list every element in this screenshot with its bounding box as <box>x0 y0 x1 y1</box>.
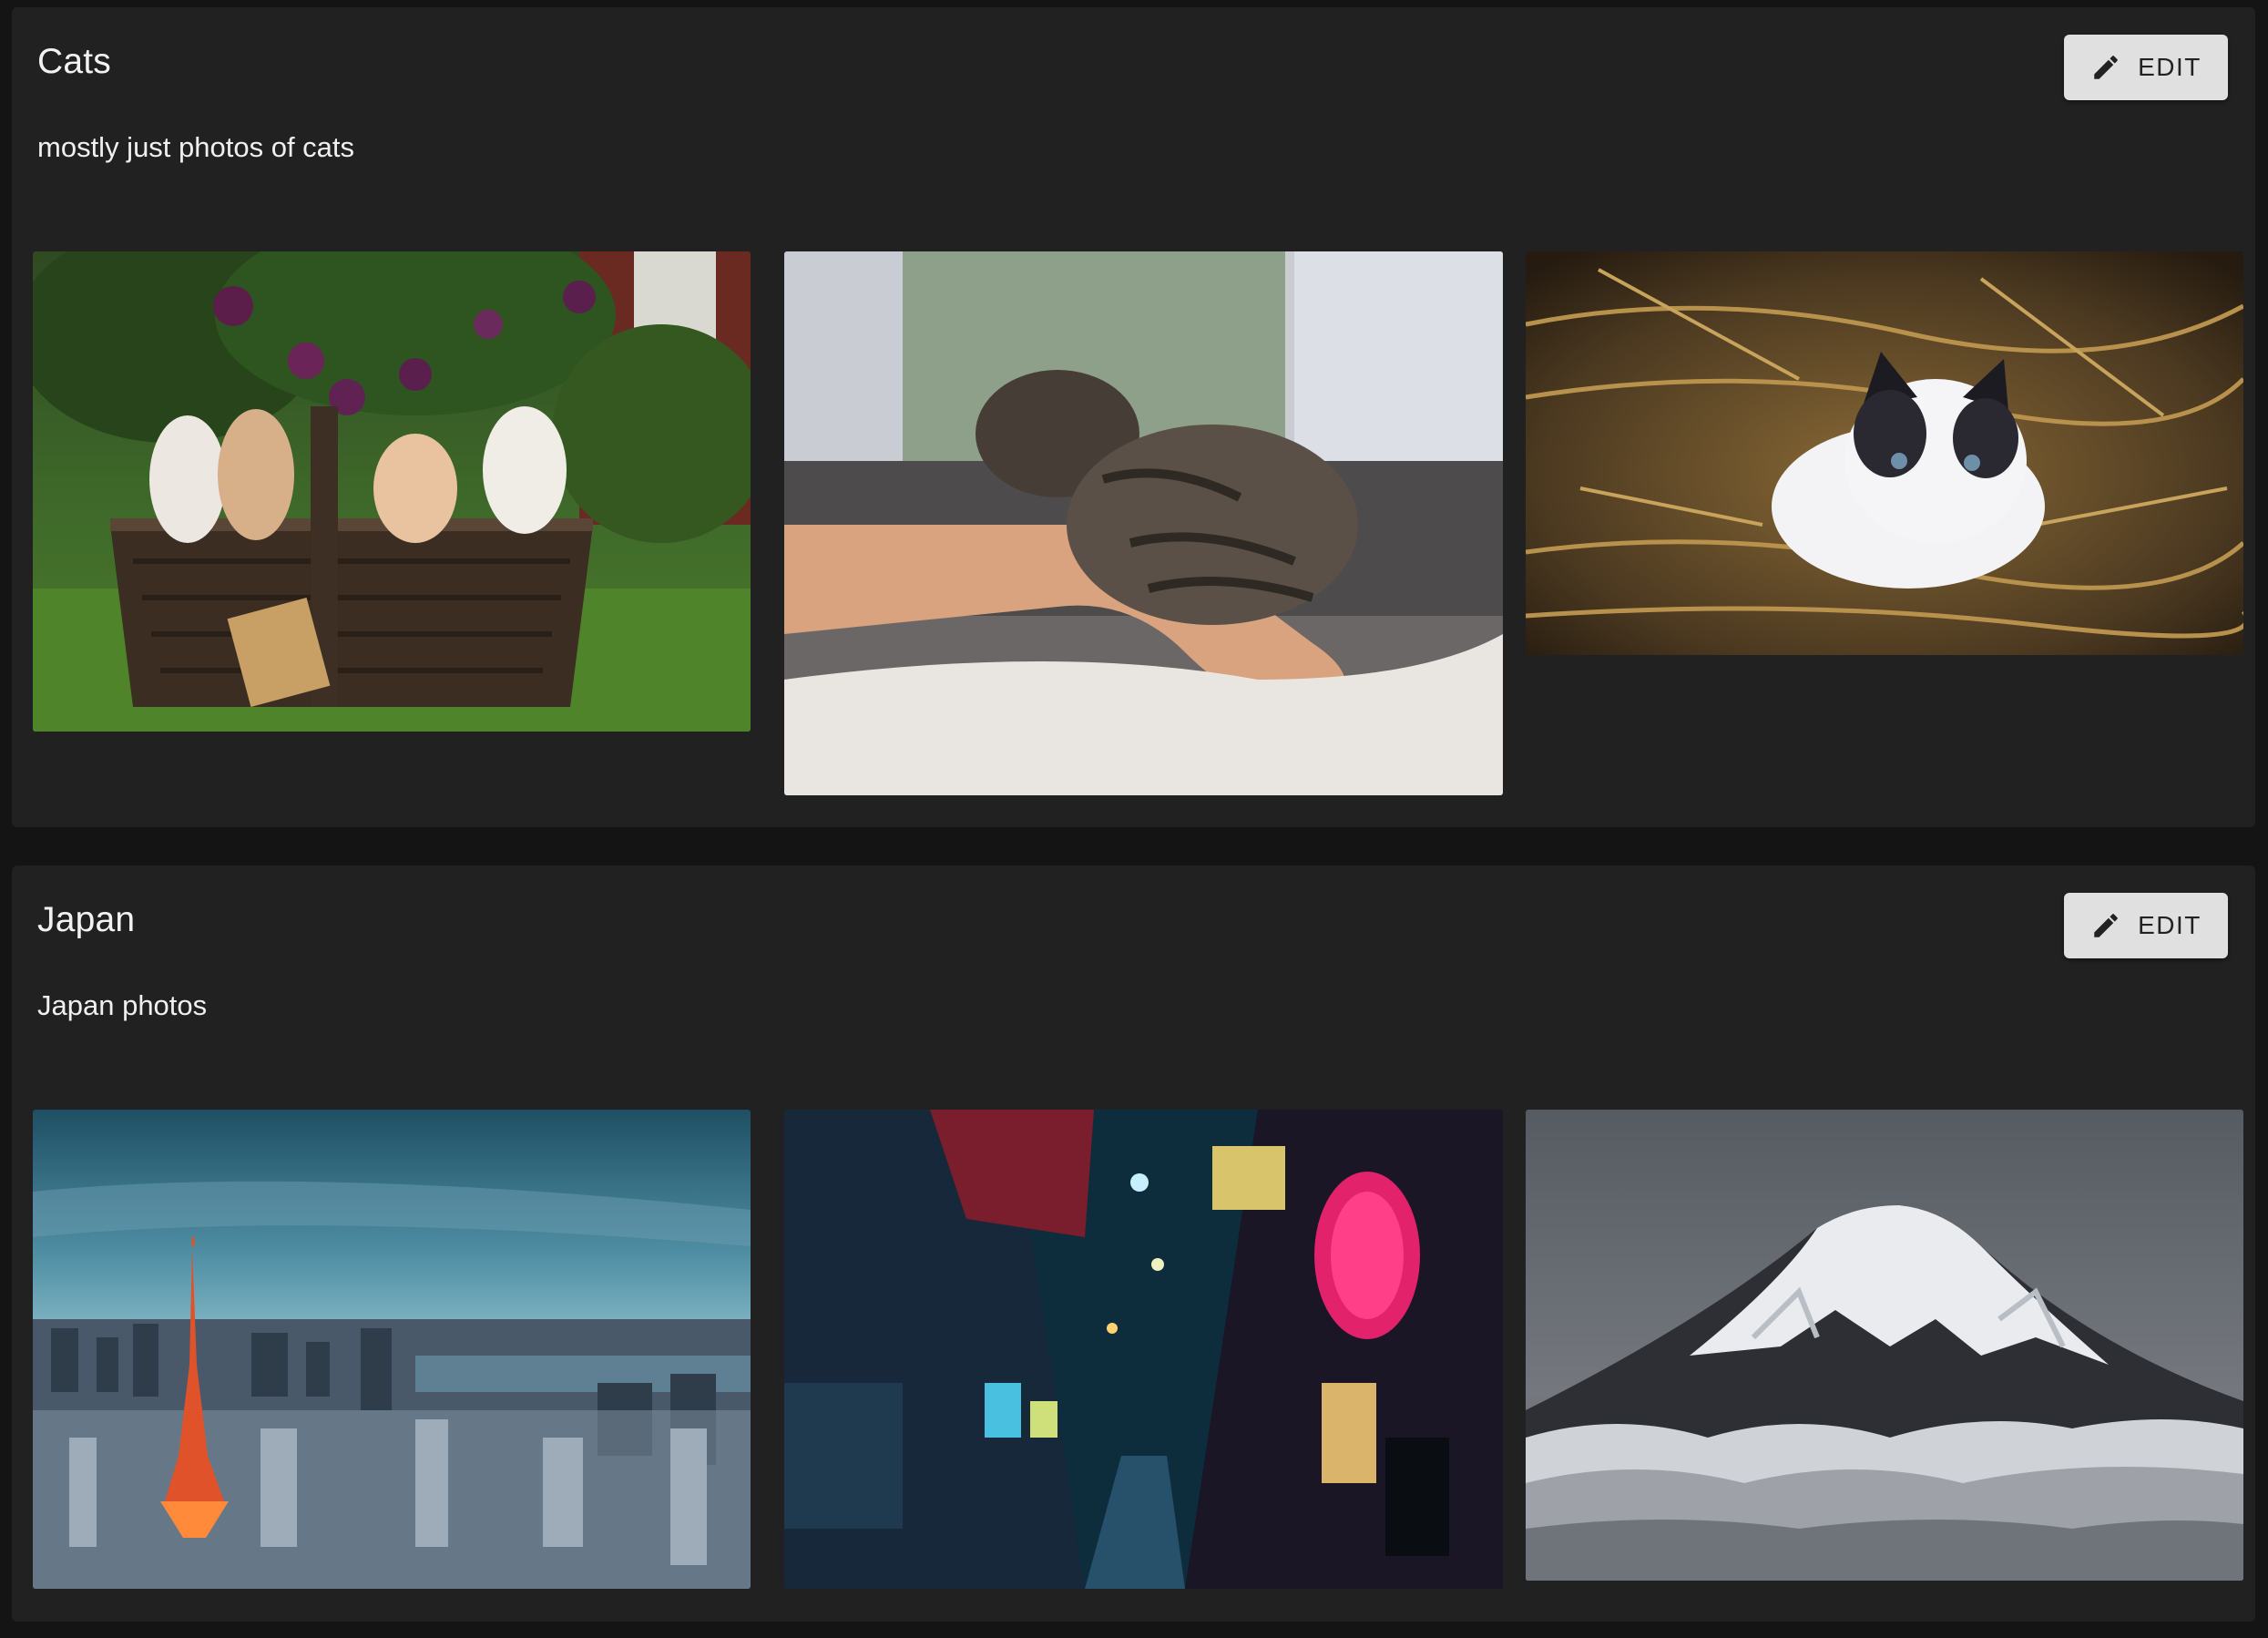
album-list: Cats mostly just photos of cats EDIT Jap… <box>0 0 2268 1638</box>
album-card-japan: Japan Japan photos EDIT <box>12 865 2255 1622</box>
album-description: mostly just photos of cats <box>37 131 355 163</box>
photo-neon-alley[interactable] <box>784 1110 1503 1589</box>
photo-tokyo-skyline[interactable] <box>33 1110 751 1589</box>
pencil-icon <box>2090 910 2121 941</box>
edit-button[interactable]: EDIT <box>2064 893 2228 958</box>
pencil-icon <box>2090 52 2121 83</box>
photo-kittens-basket[interactable] <box>33 251 751 732</box>
album-description: Japan photos <box>37 989 208 1021</box>
edit-button-label: EDIT <box>2138 53 2202 81</box>
photo-mount-fuji[interactable] <box>1526 1110 2243 1581</box>
edit-button-label: EDIT <box>2138 911 2202 939</box>
album-title: Japan <box>37 900 136 939</box>
album-card-cats: Cats mostly just photos of cats EDIT <box>12 7 2255 827</box>
edit-button[interactable]: EDIT <box>2064 35 2228 100</box>
photo-kitten-arm[interactable] <box>784 251 1503 795</box>
album-title: Cats <box>37 42 111 81</box>
photo-kitten-straw[interactable] <box>1526 251 2243 655</box>
